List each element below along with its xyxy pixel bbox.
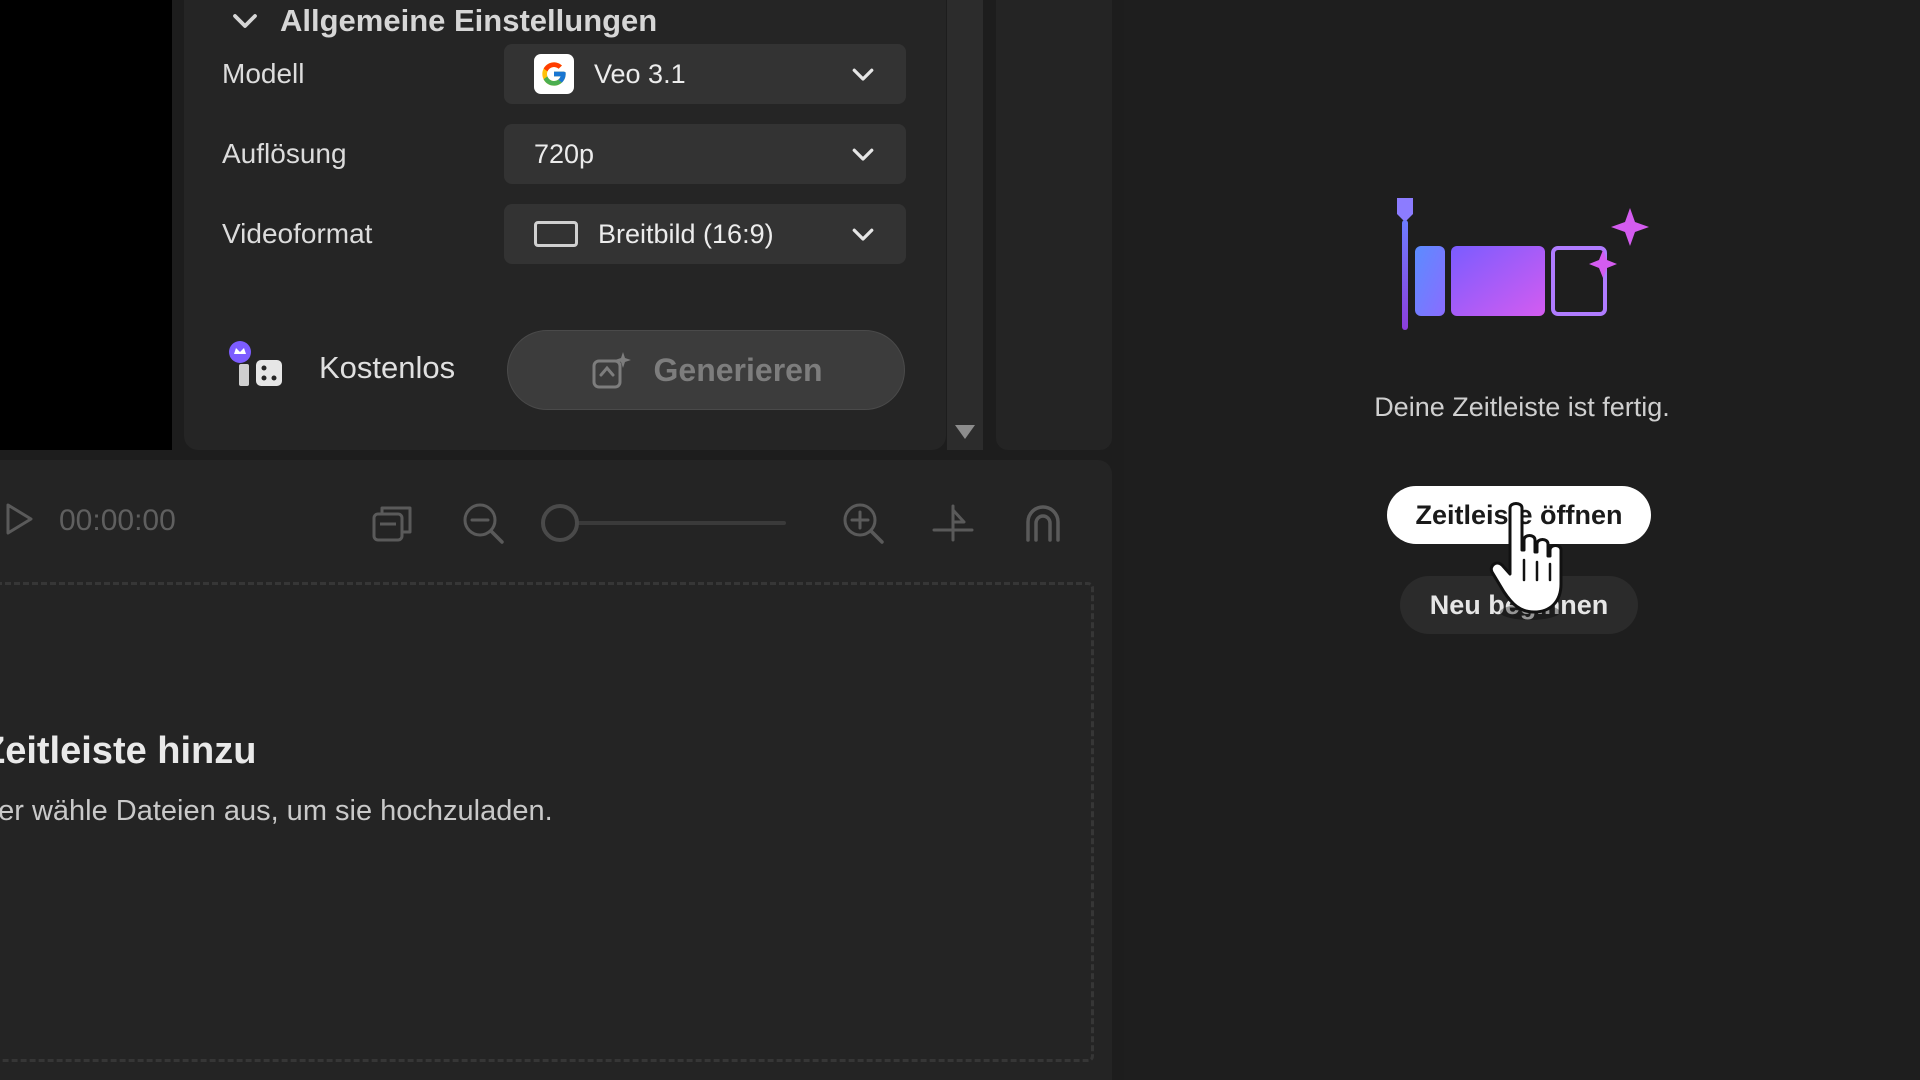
settings-scrollbar[interactable] [947, 0, 983, 450]
aspect-ratio-icon [534, 221, 578, 247]
credits-label: Kostenlos [319, 350, 456, 385]
chevron-down-icon [233, 14, 257, 28]
zoom-out-icon[interactable] [460, 500, 506, 546]
drop-zone-subtitle: der wähle Dateien aus, um sie hochzulade… [0, 795, 553, 827]
timeline-illustration-icon [1397, 198, 1649, 330]
timeline-ready-message: Deine Zeitleiste ist fertig. [1374, 392, 1670, 422]
video-format-select[interactable]: Breitbild (16:9) [504, 204, 906, 264]
resolution-value: 720p [534, 138, 595, 169]
video-format-label: Videoformat [222, 218, 373, 249]
hand-pointer-cursor-icon [1489, 502, 1563, 620]
chevron-down-icon [852, 228, 874, 241]
timeline-toolbar: 00:00:00 [0, 480, 1112, 560]
google-icon [534, 54, 574, 94]
generate-button[interactable]: Generieren [507, 330, 905, 410]
app-window: Allgemeine Einstellungen Modell Veo 3.1 … [0, 0, 1920, 1080]
scroll-down-arrow-icon[interactable] [952, 420, 978, 444]
section-header[interactable]: Allgemeine Einstellungen [230, 0, 657, 42]
side-panel-edge [996, 0, 1112, 450]
model-value: Veo 3.1 [594, 58, 686, 89]
section-title: Allgemeine Einstellungen [280, 3, 658, 38]
credits-icon [229, 341, 282, 386]
play-icon[interactable] [4, 502, 34, 536]
generate-label: Generieren [653, 351, 823, 388]
zoom-in-icon[interactable] [840, 500, 886, 546]
model-label: Modell [222, 58, 305, 89]
split-clip-icon[interactable] [930, 500, 976, 546]
multi-clip-icon[interactable] [370, 500, 416, 546]
resolution-select[interactable]: 720p [504, 124, 906, 184]
video-preview-area [0, 0, 172, 450]
drop-zone-title: Zeitleiste hinzu [0, 730, 257, 772]
video-format-value: Breitbild (16:9) [598, 218, 774, 249]
model-select[interactable]: Veo 3.1 [504, 44, 906, 104]
resolution-label: Auflösung [222, 138, 347, 169]
generate-icon [592, 352, 631, 389]
chevron-down-icon [852, 148, 874, 161]
chevron-down-icon [852, 68, 874, 81]
timecode: 00:00:00 [59, 504, 176, 537]
zoom-slider-thumb[interactable] [541, 504, 579, 542]
snap-magnet-icon[interactable] [1020, 500, 1066, 546]
zoom-slider[interactable] [554, 521, 786, 525]
